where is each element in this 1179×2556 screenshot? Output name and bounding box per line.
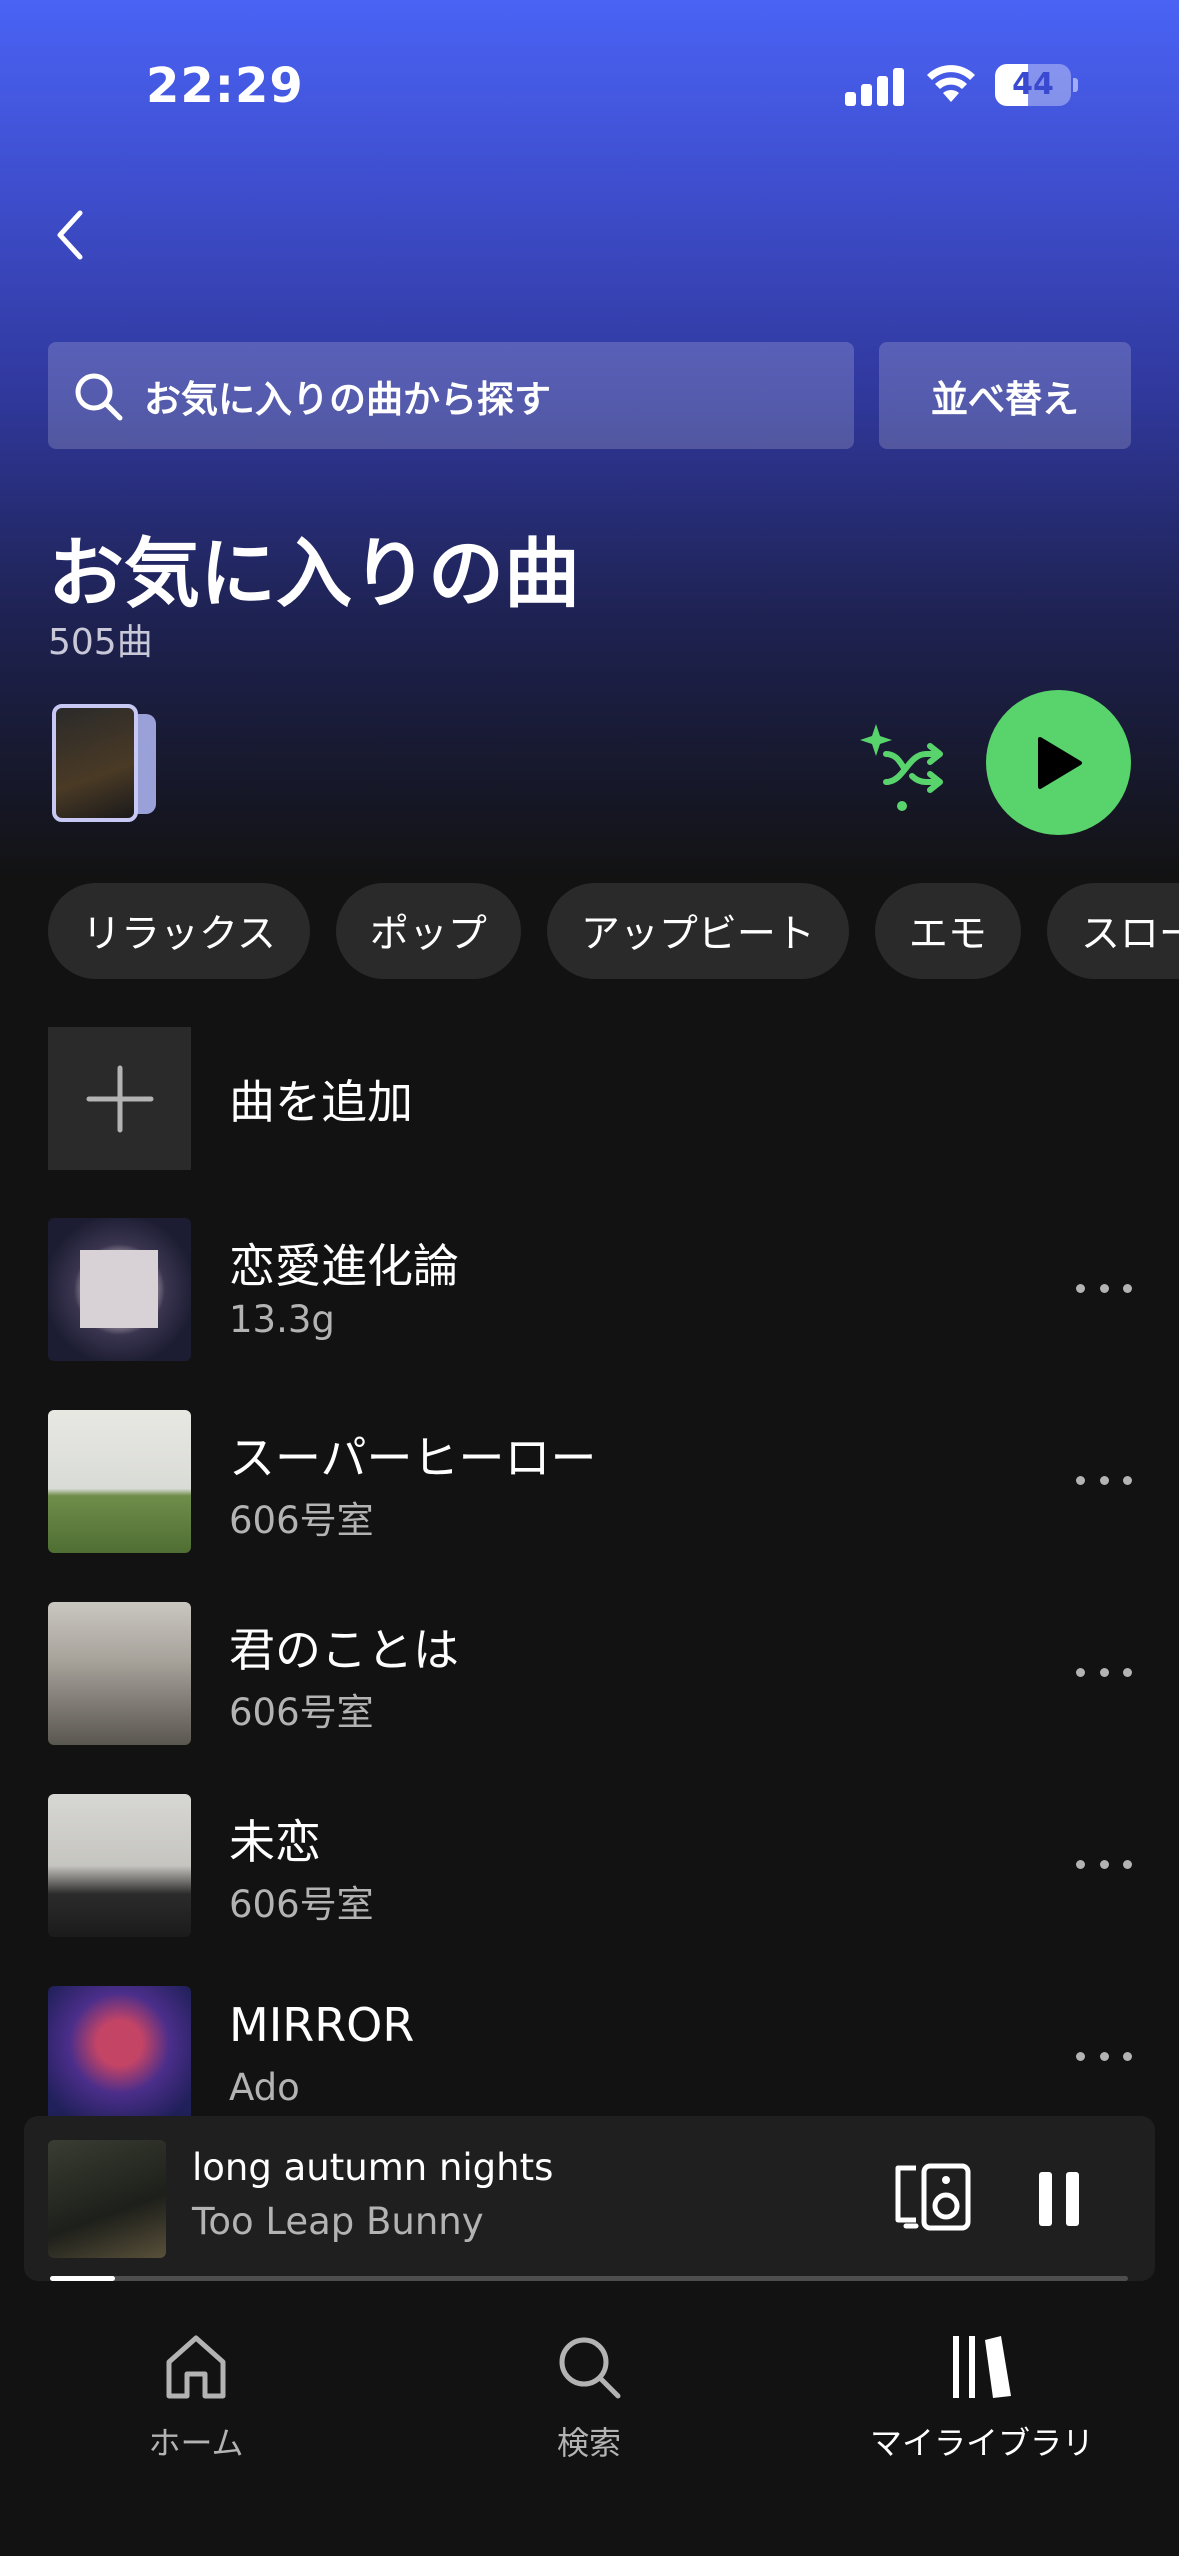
play-button[interactable] [986,690,1131,835]
sort-button[interactable]: 並べ替え [879,342,1131,449]
cellular-signal-icon [845,66,905,106]
add-song-thumb [48,1027,191,1170]
track-row[interactable]: 君のことは 606号室 [48,1602,1138,1745]
track-artist: Ado [229,2066,300,2109]
search-icon [75,373,123,420]
battery-icon: 44 [995,64,1078,108]
track-artist: 606号室 [229,1883,374,1926]
plus-icon [86,1065,153,1132]
tab-home-label: ホーム [148,2424,244,2462]
track-title: MIRROR [229,1998,415,2052]
page-title: お気に入りの曲 [48,529,580,618]
tab-search-label: 検索 [556,2424,621,2462]
play-icon [1037,736,1082,789]
now-playing-art [48,2140,166,2258]
track-row[interactable]: MIRROR Ado [48,1986,1138,2129]
connect-device-icon[interactable] [894,2162,974,2232]
library-icon [953,2336,1011,2398]
track-title: 恋愛進化論 [229,1239,459,1293]
now-playing-title: long autumn nights [192,2146,554,2189]
filter-chips: リラックス ポップ アップビート エモ スロー [48,883,1179,979]
track-row[interactable]: 未恋 606号室 [48,1794,1138,1937]
chip-pop[interactable]: ポップ [335,883,521,979]
search-input[interactable]: お気に入りの曲から探す [48,342,854,449]
chip-relax[interactable]: リラックス [48,883,310,979]
chip-slow[interactable]: スロー [1046,883,1179,979]
album-art [48,1602,191,1745]
pause-icon [1039,2172,1052,2226]
song-count: 505曲 [48,622,153,663]
track-title: 君のことは [229,1623,459,1677]
more-options-icon[interactable] [1076,1652,1132,1692]
wifi-icon [927,65,975,102]
more-options-icon[interactable] [1076,2036,1132,2076]
now-playing-artist: Too Leap Bunny [192,2200,484,2243]
track-title: 未恋 [229,1815,321,1869]
cover-art [52,704,138,822]
album-art [48,1410,191,1553]
more-options-icon[interactable] [1076,1460,1132,1500]
track-artist: 606号室 [229,1499,374,1542]
battery-level: 44 [1012,67,1054,102]
smart-shuffle-icon[interactable] [860,720,944,812]
search-icon [559,2337,621,2399]
track-row[interactable]: スーパーヒーロー 606号室 [48,1410,1138,1553]
tab-bar: ホーム 検索 マイライブラリ [0,2300,1179,2556]
more-options-icon[interactable] [1076,1844,1132,1884]
more-options-icon[interactable] [1076,1268,1132,1308]
track-artist: 606号室 [229,1691,374,1734]
tab-library[interactable]: マイライブラリ [852,2330,1112,2464]
home-icon [166,2335,226,2399]
chip-emo[interactable]: エモ [874,883,1021,979]
pause-button[interactable] [1024,2164,1094,2234]
mini-player[interactable]: long autumn nights Too Leap Bunny [24,2116,1155,2281]
track-artist: 13.3g [229,1298,335,1341]
status-bar: 22:29 44 [0,0,1179,170]
track-title: スーパーヒーロー [229,1431,597,1485]
chevron-left-icon [57,210,83,260]
back-button[interactable] [40,195,100,275]
album-art [48,1794,191,1937]
status-time: 22:29 [146,58,304,114]
search-placeholder: お気に入りの曲から探す [144,377,551,421]
playback-progress[interactable] [50,2276,1128,2281]
tab-search[interactable]: 検索 [459,2330,719,2464]
tab-home[interactable]: ホーム [66,2330,326,2464]
album-art [48,1218,191,1361]
chip-upbeat[interactable]: アップビート [546,883,849,979]
playlist-cover-stack[interactable] [52,700,162,825]
add-song-label: 曲を追加 [229,1074,413,1129]
album-art [48,1986,191,2129]
tab-library-label: マイライブラリ [869,2424,1094,2462]
add-song-row[interactable]: 曲を追加 [48,1027,1138,1170]
track-row[interactable]: 恋愛進化論 13.3g [48,1218,1138,1361]
